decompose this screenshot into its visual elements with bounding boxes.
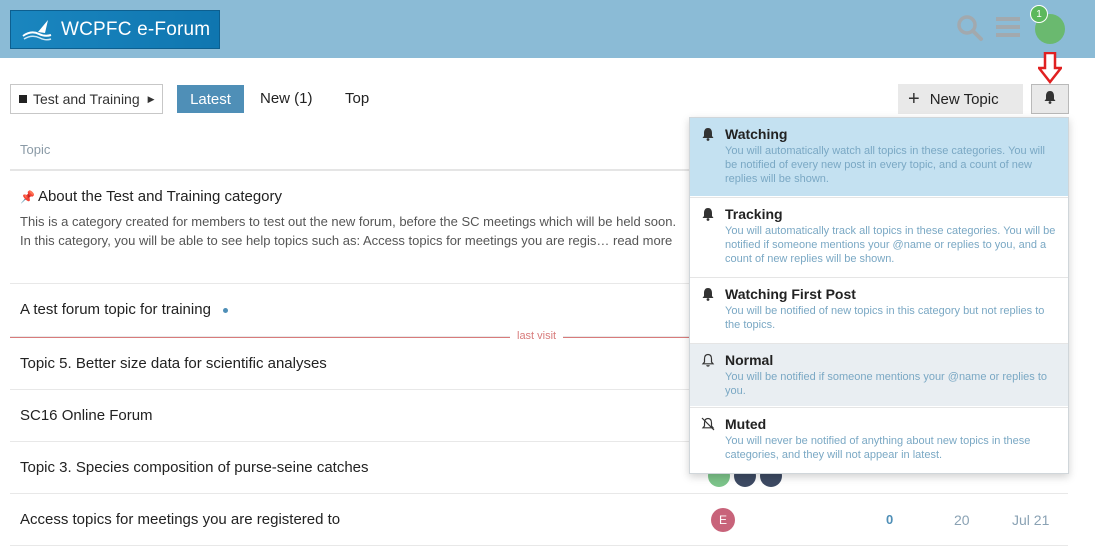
option-title: Muted: [725, 416, 767, 432]
poster-avatar[interactable]: E: [711, 508, 735, 532]
option-title: Tracking: [725, 206, 783, 222]
option-title: Watching First Post: [725, 286, 856, 302]
topic-title[interactable]: About the Test and Training category: [38, 188, 282, 205]
option-description: You will be notified if someone mentions…: [725, 371, 1047, 397]
topic-title[interactable]: Topic 3. Species composition of purse-se…: [20, 459, 369, 476]
topic-title[interactable]: SC16 Online Forum: [20, 407, 153, 424]
unread-dot-icon: [222, 307, 228, 313]
pin-icon: 📌: [20, 190, 35, 204]
notification-level-menu: Watching You will automatically watch al…: [689, 117, 1069, 474]
hamburger-menu-icon[interactable]: [995, 14, 1021, 45]
activity-date[interactable]: Jul 21: [1012, 512, 1049, 528]
search-icon[interactable]: [956, 14, 984, 47]
tab-top[interactable]: Top: [345, 90, 369, 107]
views-count: 20: [954, 512, 970, 528]
option-description: You will automatically watch all topics …: [725, 145, 1045, 185]
category-label: Test and Training: [33, 91, 140, 107]
replies-count[interactable]: 0: [886, 512, 893, 527]
topic-title-link[interactable]: A test forum topic for training: [20, 301, 228, 318]
option-normal[interactable]: Normal You will be notified if someone m…: [690, 344, 1068, 406]
site-title: WCPFC e-Forum: [61, 18, 211, 40]
plus-icon: +: [908, 88, 920, 110]
option-title: Watching: [725, 126, 788, 142]
bell-icon: [1043, 90, 1057, 109]
bell-filled-icon: [701, 287, 715, 306]
column-topic[interactable]: Topic: [20, 142, 50, 157]
topic-title[interactable]: Access topics for meetings you are regis…: [20, 511, 340, 528]
new-topic-label: New Topic: [929, 90, 999, 108]
topic-title-link[interactable]: 📌 About the Test and Training category: [20, 188, 282, 205]
bell-slash-icon: [701, 417, 715, 436]
option-description: You will never be notified of anything a…: [725, 435, 1031, 461]
bell-filled-icon: [701, 207, 715, 226]
topic-title[interactable]: Topic 5. Better size data for scientific…: [20, 355, 327, 372]
site-header: WCPFC e-Forum 1: [0, 0, 1095, 58]
option-muted[interactable]: Muted You will never be notified of anyt…: [690, 408, 1068, 472]
category-dropdown[interactable]: Test and Training ▶: [10, 84, 163, 114]
option-watching[interactable]: Watching You will automatically watch al…: [690, 118, 1068, 196]
topic-title[interactable]: A test forum topic for training: [20, 301, 211, 318]
notifications-button[interactable]: [1031, 84, 1069, 114]
topic-row[interactable]: Access topics for meetings you are regis…: [10, 494, 1068, 546]
option-description: You will be notified of new topics in th…: [725, 305, 1045, 331]
option-title: Normal: [725, 352, 774, 368]
category-color-icon: [19, 95, 27, 103]
bell-outline-icon: [701, 353, 715, 372]
notification-badge[interactable]: 1: [1030, 5, 1048, 23]
new-topic-button[interactable]: + New Topic: [898, 84, 1023, 114]
option-watching-first-post[interactable]: Watching First Post You will be notified…: [690, 278, 1068, 342]
bell-filled-icon: [701, 127, 715, 146]
topic-excerpt: This is a category created for members t…: [20, 214, 677, 248]
site-logo[interactable]: WCPFC e-Forum: [10, 10, 220, 49]
caret-right-icon: ▶: [147, 93, 155, 104]
option-description: You will automatically track all topics …: [725, 225, 1056, 265]
option-tracking[interactable]: Tracking You will automatically track al…: [690, 198, 1068, 276]
tab-new[interactable]: New (1): [260, 90, 313, 107]
tab-latest[interactable]: Latest: [177, 85, 244, 113]
fish-logo-icon: [21, 16, 53, 44]
